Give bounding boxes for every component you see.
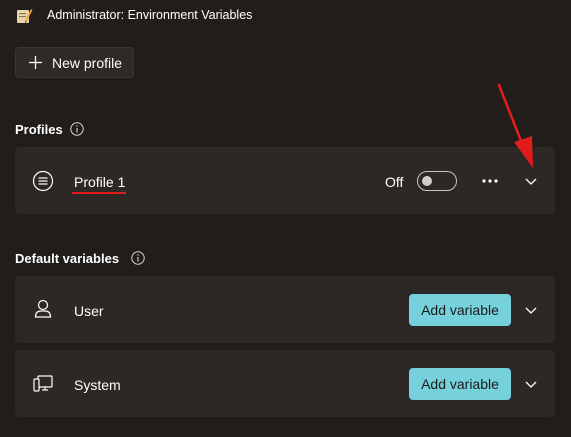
chevron-down-icon[interactable] <box>524 377 538 391</box>
environment-variables-icon <box>17 9 33 23</box>
add-user-variable-button[interactable]: Add variable <box>409 294 511 326</box>
profile-toggle[interactable] <box>417 171 457 191</box>
user-variables-card[interactable]: User Add variable <box>15 276 555 343</box>
annotation-arrow <box>497 83 533 168</box>
environment-variables-window: Administrator: Environment Variables New… <box>0 0 571 437</box>
toggle-state-label: Off <box>385 174 404 190</box>
info-icon[interactable] <box>131 251 145 265</box>
info-icon[interactable] <box>70 122 84 136</box>
title-bar: Administrator: Environment Variables <box>0 0 571 32</box>
annotation-underline <box>72 192 126 194</box>
toggle-knob <box>422 176 432 186</box>
list-icon <box>32 170 54 192</box>
user-icon <box>34 299 52 318</box>
plus-icon <box>29 56 42 69</box>
system-variables-card[interactable]: System Add variable <box>15 350 555 417</box>
profile-name: Profile 1 <box>74 174 126 190</box>
new-profile-button[interactable]: New profile <box>15 47 134 78</box>
profiles-heading: Profiles <box>15 122 63 137</box>
default-variables-heading: Default variables <box>15 251 120 266</box>
more-dots-icon[interactable] <box>480 177 500 185</box>
chevron-down-icon[interactable] <box>524 303 538 317</box>
add-system-variable-button[interactable]: Add variable <box>409 368 511 400</box>
window-title: Administrator: Environment Variables <box>47 8 253 22</box>
chevron-down-icon[interactable] <box>524 174 538 188</box>
system-icon <box>33 375 53 392</box>
profile-card[interactable]: Profile 1 Off <box>15 147 555 214</box>
new-profile-label: New profile <box>52 55 123 71</box>
system-label: System <box>74 377 121 393</box>
user-label: User <box>74 303 104 319</box>
